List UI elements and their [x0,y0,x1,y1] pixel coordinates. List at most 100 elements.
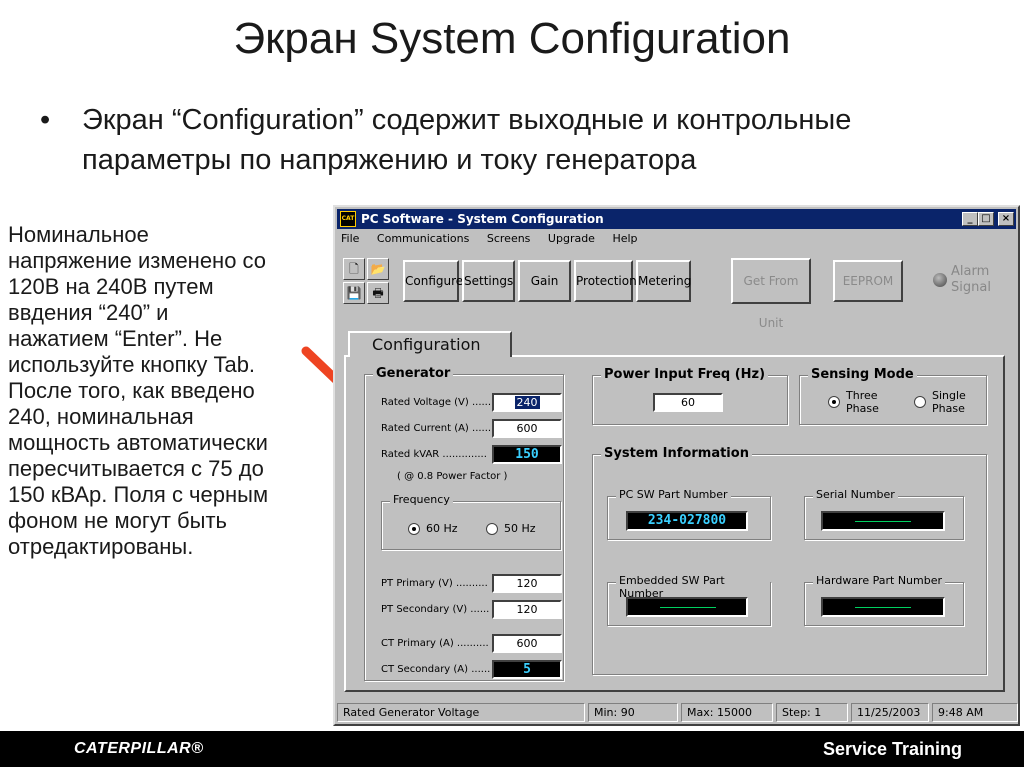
pc-sw-part-group: PC SW Part Number 234-027800 [607,488,771,540]
menu-help[interactable]: Help [612,232,637,245]
sensing-mode-title: Sensing Mode [808,367,917,382]
side-note-line: ввдения “240” и [8,300,169,325]
power-input-freq-group: Power Input Freq (Hz) 60 [592,367,788,425]
menu-communications[interactable]: Communications [377,232,469,245]
generator-group-title: Generator [373,366,454,381]
pt-secondary-label: PT Secondary (V) ...... [381,604,490,615]
rated-kvar-label: Rated kVAR .............. [381,449,487,460]
service-training-label: Service Training [822,739,962,759]
freq-50-label: 50 Hz [504,522,536,535]
status-time: 9:48 AM [932,703,1018,722]
app-window: CAT PC Software - System Configuration _… [333,205,1020,726]
close-button[interactable]: × [998,212,1014,226]
side-note-line: отредактированы. [8,534,194,559]
hardware-part-label: Hardware Part Number [813,574,946,587]
window-title: PC Software - System Configuration [361,212,604,226]
generator-group: Generator Rated Voltage (V) ...... 240 R… [364,366,564,681]
bullet-line-1: Экран “Configuration” содержит выходные … [82,104,852,136]
side-note-line: нажатием “Enter”. Не [8,326,223,351]
menu-screens[interactable]: Screens [487,232,531,245]
save-disk-icon[interactable]: 💾 [343,282,365,304]
power-input-freq-input[interactable]: 60 [653,393,723,412]
ct-secondary-display: 5 [492,660,562,679]
new-file-icon[interactable]: 🗋 [343,258,365,280]
menu-bar: File Communications Screens Upgrade Help [341,232,652,248]
settings-button[interactable]: Settings [462,260,515,302]
slide-title: Экран System Configuration [233,14,791,63]
empty-value-dash [855,521,911,522]
metering-button[interactable]: Metering [636,260,691,302]
status-message: Rated Generator Voltage [337,703,585,722]
rated-current-label: Rated Current (A) ...... [381,423,492,434]
power-factor-note: ( @ 0.8 Power Factor ) [397,471,508,482]
menu-file[interactable]: File [341,232,359,245]
system-information-title: System Information [601,446,752,461]
side-note-line: пересчитывается с 75 до [8,456,264,481]
gain-button[interactable]: Gain [518,260,571,302]
serial-number-group: Serial Number [804,488,964,540]
bullet-line-2: параметры по напряжению и току генератор… [82,144,697,176]
pt-primary-label: PT Primary (V) .......... [381,578,488,589]
menu-upgrade[interactable]: Upgrade [548,232,595,245]
status-date: 11/25/2003 [851,703,929,722]
alarm-indicator-icon [933,273,947,287]
single-phase-label: Single Phase [932,389,966,415]
pt-secondary-input[interactable]: 120 [492,600,562,619]
minimize-button[interactable]: _ [962,212,978,226]
side-note-line: напряжение изменено со [8,248,267,273]
ct-primary-label: CT Primary (A) .......... [381,638,489,649]
side-note-line: мощность автоматически [8,430,268,455]
frequency-group: Frequency 60 Hz 50 Hz [381,493,561,550]
side-note-line: После того, как введено [8,378,255,403]
rated-kvar-display: 150 [492,445,562,464]
hardware-part-display [821,597,945,617]
freq-60-radio[interactable] [408,523,420,535]
tab-configuration[interactable]: Configuration [348,331,512,357]
pt-primary-input[interactable]: 120 [492,574,562,593]
status-min: Min: 90 [588,703,678,722]
bullet-text: Экран “Configuration” содержит выходные … [82,100,1002,180]
serial-number-label: Serial Number [813,488,898,501]
rated-current-input[interactable]: 600 [492,419,562,438]
protection-button[interactable]: Protection [574,260,637,302]
print-icon[interactable]: 🖶 [367,282,389,304]
configure-button[interactable]: Configure [403,260,463,302]
open-folder-icon[interactable]: 📂 [367,258,389,280]
get-from-unit-button[interactable]: Get From Unit [731,258,811,330]
three-phase-label: Three Phase [846,389,879,415]
sensing-mode-group: Sensing Mode Three Phase Single Phase [799,367,987,425]
title-bar[interactable]: CAT PC Software - System Configuration _… [337,209,1016,229]
side-note-line: 150 кВАр. Поля с черным [8,482,269,507]
footer-bar: CATERPILLAR® Service Training [0,731,1024,767]
power-input-freq-title: Power Input Freq (Hz) [601,367,769,382]
pc-sw-part-display: 234-027800 [626,511,748,531]
frequency-group-title: Frequency [390,493,453,506]
empty-value-dash [855,607,911,608]
cat-app-icon: CAT [340,211,356,227]
three-phase-radio[interactable] [828,396,840,408]
alarm-signal-label: Alarm Signal [951,264,991,295]
side-note-line: 240, номинальная [8,404,194,429]
ct-secondary-label: CT Secondary (A) ...... [381,664,491,675]
side-note: Номинальное напряжение изменено со 120В … [8,222,328,560]
system-information-group: System Information PC SW Part Number 234… [592,446,987,675]
single-phase-radio[interactable] [914,396,926,408]
status-step: Step: 1 [776,703,848,722]
status-bar: Rated Generator Voltage Min: 90 Max: 150… [337,703,1018,722]
side-note-line: фоном не могут быть [8,508,227,533]
side-note-line: используйте кнопку Tab. [8,352,256,377]
hardware-part-group: Hardware Part Number [804,574,964,626]
rated-voltage-input[interactable]: 240 [492,393,562,412]
caterpillar-logo: CATERPILLAR® [74,740,204,757]
ct-primary-input[interactable]: 600 [492,634,562,653]
side-note-line: Номинальное [8,222,149,247]
embedded-sw-part-group: Embedded SW Part Number [607,574,771,626]
freq-50-radio[interactable] [486,523,498,535]
side-note-line: 120В на 240В путем [8,274,214,299]
eeprom-button[interactable]: EEPROM [833,260,903,302]
serial-number-display [821,511,945,531]
maximize-button[interactable]: □ [978,212,994,226]
rated-voltage-label: Rated Voltage (V) ...... [381,397,492,408]
freq-60-label: 60 Hz [426,522,458,535]
bullet-dot: • [40,104,51,136]
